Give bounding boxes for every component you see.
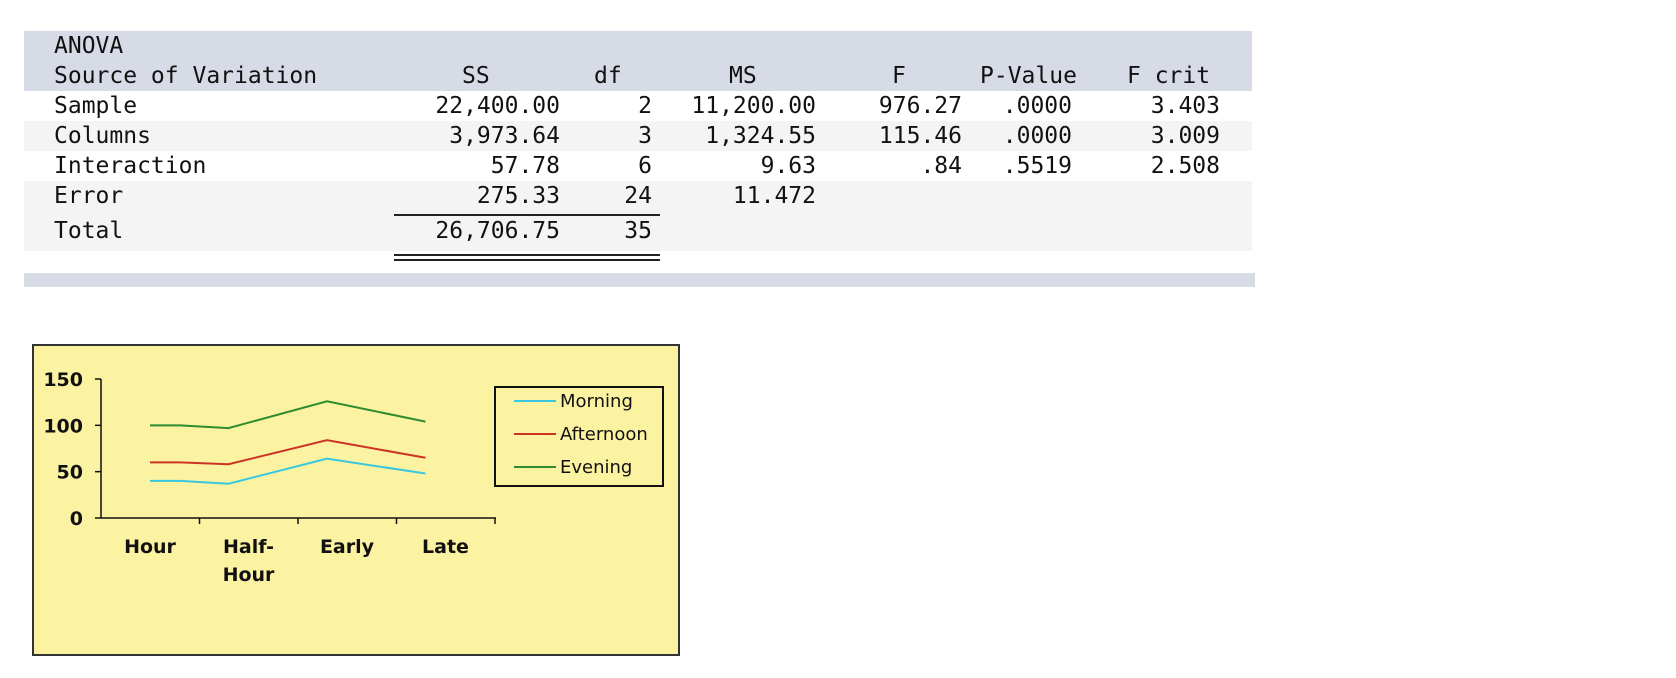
header-p-value: P-Value [980,63,1077,89]
series-line-evening [150,400,426,430]
row-p-value: .0000 [1002,123,1072,149]
y-tick-label: 150 [43,369,83,391]
header-f: F [892,63,906,89]
x-tick-label: Late [422,536,469,558]
row-f-crit: 3.009 [1150,123,1220,149]
row-source: Error [54,183,124,209]
subtotal-rule [394,214,660,216]
row-ms: 1,324.55 [705,123,816,149]
row-df: 6 [638,153,652,179]
row-ms: 11.472 [732,183,816,209]
row-f-crit: 2.508 [1150,153,1220,179]
chart-svg: 0 50 100 150 Hour Half- Hour Early Late Morning Af… [43,369,664,586]
legend-label: Afternoon [560,424,648,445]
header-ms: MS [729,63,757,89]
row-source: Columns [54,123,151,149]
header-f-crit: F crit [1127,63,1211,89]
row-f: 976.27 [878,93,962,119]
row-f: 115.46 [878,123,962,149]
x-tick-label: Hour [223,564,275,586]
total-row: Total 26,706.75 35 [24,211,1252,251]
row-ss: 22,400.00 [435,93,560,119]
header-df: df [594,63,622,89]
row-df: 2 [638,93,652,119]
total-df: 35 [624,218,652,244]
row-ss: 3,973.64 [449,123,560,149]
header-ss: SS [462,63,490,89]
anova-title: ANOVA [54,33,124,59]
table-row: Error 275.33 24 11.472 [24,181,1252,211]
series-line-afternoon [150,439,426,466]
header-source: Source of Variation [54,63,318,89]
row-p-value: .0000 [1002,93,1072,119]
row-ss: 57.78 [490,153,560,179]
row-ss: 275.33 [476,183,560,209]
anova-table: ANOVA Source of Variation SS df MS F P-V… [24,31,1252,261]
row-p-value: .5519 [1002,153,1072,179]
y-tick-label: 100 [43,415,83,437]
row-f-crit: 3.403 [1150,93,1220,119]
y-tick-label: 0 [70,508,83,530]
y-tick-label: 50 [57,462,83,484]
total-label: Total [54,218,124,244]
total-double-rule [394,254,660,261]
table-row: Sample 22,400.00 2 11,200.00 976.27 .000… [24,91,1252,121]
x-tick-label: Half- [223,536,274,558]
table-bottom-band [24,273,1255,287]
table-row: Interaction 57.78 6 9.63 .84 .5519 2.508 [24,151,1252,181]
x-tick-label: Early [320,536,375,558]
row-ms: 11,200.00 [691,93,816,119]
anova-header: ANOVA Source of Variation SS df MS F P-V… [24,31,1252,91]
row-df: 24 [624,183,652,209]
row-f: .84 [920,153,962,179]
legend-label: Evening [560,457,632,478]
interaction-chart: 0 50 100 150 Hour Half- Hour Early Late Morning Af… [32,344,680,656]
row-source: Sample [54,93,138,119]
row-df: 3 [638,123,652,149]
legend-label: Morning [560,391,633,412]
table-row: Columns 3,973.64 3 1,324.55 115.46 .0000… [24,121,1252,151]
row-source: Interaction [54,153,207,179]
row-ms: 9.63 [760,153,816,179]
x-tick-label: Hour [124,536,176,558]
total-ss: 26,706.75 [435,218,560,244]
